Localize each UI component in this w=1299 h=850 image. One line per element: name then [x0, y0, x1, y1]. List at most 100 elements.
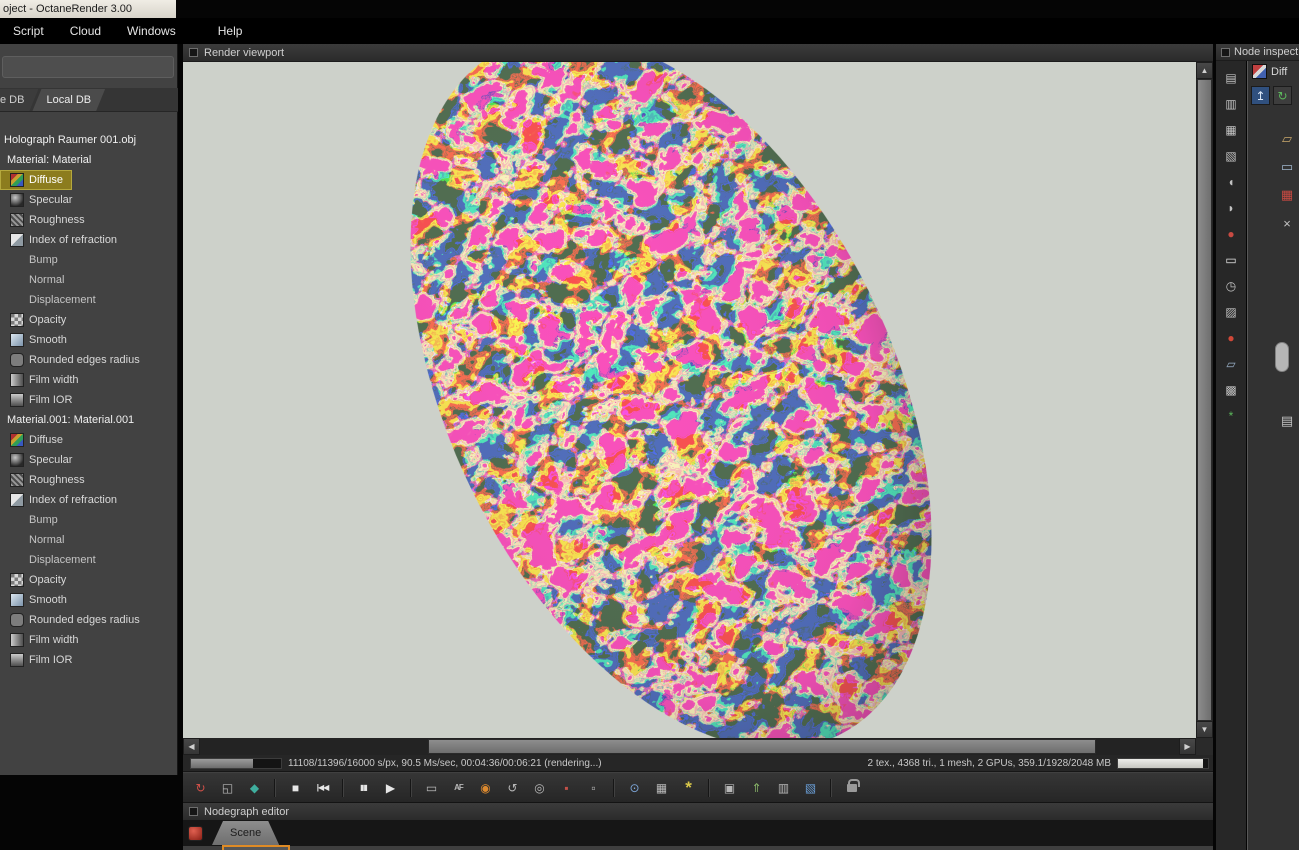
viewport-horizontal-scrollbar[interactable]: ◀ ▶	[183, 738, 1196, 755]
grid-red-icon[interactable]: ▦	[1277, 185, 1297, 205]
lock-icon[interactable]	[839, 776, 864, 800]
scatter-node-icon[interactable]: *	[1220, 405, 1242, 426]
tree-item[interactable]: Opacity	[0, 310, 178, 330]
inspector-scroll-thumb[interactable]	[1275, 342, 1289, 372]
tree-item[interactable]: Rounded edges radius	[0, 350, 178, 370]
tree-item[interactable]: Displacement	[0, 290, 178, 310]
window-titlebar[interactable]: oject - OctaneRender 3.00	[0, 0, 176, 18]
menu-item[interactable]: Cloud	[57, 19, 114, 43]
list-icon[interactable]: ▤	[1277, 411, 1297, 431]
preview-cube-icon[interactable]: ◆	[242, 776, 267, 800]
background-alpha-icon[interactable]: ▦	[649, 776, 674, 800]
tree-item[interactable]: Specular	[0, 450, 178, 470]
resume-render-icon[interactable]: ▶	[378, 776, 403, 800]
projection-node-icon[interactable]: ▨	[1220, 301, 1242, 322]
tree-item[interactable]: Smooth	[0, 330, 178, 350]
tree-item[interactable]: Film IOR	[0, 390, 178, 410]
tree-item[interactable]: Holograph Raumer 001.obj	[0, 130, 178, 150]
scroll-right-icon[interactable]: ▶	[1179, 738, 1196, 755]
folder-icon[interactable]: ▱	[1277, 129, 1297, 149]
render-layer-icon[interactable]: ▱	[1220, 353, 1242, 374]
inspected-node-row[interactable]: Diff	[1252, 64, 1287, 79]
focus-picker-icon[interactable]: ◉	[473, 776, 498, 800]
selected-node[interactable]	[222, 845, 290, 850]
render-priority-icon[interactable]: *	[676, 776, 701, 800]
scroll-down-icon[interactable]: ▼	[1196, 721, 1213, 738]
restart-frame-icon[interactable]: |◀◀	[310, 776, 335, 800]
texture-image-icon[interactable]: ▦	[1220, 119, 1242, 140]
tree-item[interactable]: Opacity	[0, 570, 178, 590]
scroll-left-icon[interactable]: ◀	[183, 738, 200, 755]
tree-item[interactable]: Film width	[0, 630, 178, 650]
material-ball-icon[interactable]: ●	[1220, 223, 1242, 244]
tree-item[interactable]: Material: Material	[0, 150, 178, 170]
render-viewport[interactable]	[183, 62, 1196, 738]
menu-item[interactable]: Script	[0, 19, 57, 43]
nodegraph-collapse-toggle[interactable]	[189, 807, 198, 816]
refresh-node-icon[interactable]: ↻	[1273, 86, 1292, 105]
tree-item[interactable]: Film width	[0, 370, 178, 390]
tree-item[interactable]: Roughness	[0, 470, 178, 490]
tree-item[interactable]: Index of refraction	[0, 230, 178, 250]
camera-reset-icon[interactable]: ◎	[527, 776, 552, 800]
tree-item[interactable]: Normal	[0, 530, 178, 550]
scene-node-icon[interactable]	[188, 825, 203, 841]
film-region-icon[interactable]: ▫	[581, 776, 606, 800]
viewport-vertical-scrollbar[interactable]: ▲ ▼	[1196, 62, 1213, 738]
save-image-icon[interactable]: ⇑	[744, 776, 769, 800]
save-buffer-icon[interactable]: ▥	[771, 776, 796, 800]
scroll-up-icon[interactable]: ▲	[1196, 62, 1213, 79]
tree-item[interactable]: Diffuse	[0, 430, 178, 450]
mesh-node-icon[interactable]: ◖	[1220, 171, 1242, 192]
node-inspector: Diff ↥ ↻ ▱ ▭ ▦ × ▤	[1247, 61, 1299, 850]
tree-item[interactable]: Bump	[0, 250, 178, 270]
viewport-collapse-toggle[interactable]	[189, 48, 198, 57]
render-target-icon[interactable]: ●	[1220, 327, 1242, 348]
texture-generator-icon[interactable]: ▭	[1220, 249, 1242, 270]
image-output-icon[interactable]: ▩	[1220, 379, 1242, 400]
tree-item[interactable]: Normal	[0, 270, 178, 290]
render-image[interactable]	[183, 62, 1196, 738]
horizontal-scroll-thumb[interactable]	[428, 739, 1096, 754]
render-region-icon[interactable]: ▪	[554, 776, 579, 800]
pause-render-icon[interactable]: ▮▮	[351, 776, 376, 800]
tree-item[interactable]: Displacement	[0, 550, 178, 570]
copy-image-icon[interactable]: ▣	[717, 776, 742, 800]
fit-viewport-icon[interactable]: ◱	[215, 776, 240, 800]
vertical-scroll-thumb[interactable]	[1197, 79, 1212, 721]
image-adjust-icon[interactable]: ▧	[1220, 145, 1242, 166]
tab-scene[interactable]: Scene	[212, 821, 279, 845]
ior-icon	[10, 493, 24, 507]
restart-render-icon[interactable]: ↻	[188, 776, 213, 800]
mesh-preview-icon[interactable]: ◗	[1220, 197, 1242, 218]
tree-item[interactable]: Roughness	[0, 210, 178, 230]
material-picker-icon[interactable]: ⊙	[622, 776, 647, 800]
nodegraph-canvas[interactable]	[183, 846, 1213, 850]
import-node-icon[interactable]: ↥	[1251, 86, 1270, 105]
db-tab[interactable]: Local DB	[32, 89, 105, 111]
tree-item[interactable]: Material.001: Material.001	[0, 410, 178, 430]
db-tab[interactable]: e DB	[0, 89, 38, 111]
export-pass-icon[interactable]: ▧	[798, 776, 823, 800]
inspector-collapse-toggle[interactable]	[1221, 47, 1230, 57]
menu-item[interactable]: Windows	[114, 19, 189, 43]
vram-usage-fill	[1118, 758, 1203, 768]
tree-item[interactable]: Smooth	[0, 590, 178, 610]
copy-node-icon[interactable]: ▤	[1220, 67, 1242, 88]
specular-icon	[10, 193, 24, 207]
delete-icon[interactable]: ×	[1277, 213, 1297, 233]
monitor-icon[interactable]: ▭	[1277, 157, 1297, 177]
tree-item[interactable]: Rounded edges radius	[0, 610, 178, 630]
tree-item[interactable]: Specular	[0, 190, 178, 210]
fullscreen-icon[interactable]: ▭	[419, 776, 444, 800]
autofocus-icon[interactable]: AF	[446, 776, 471, 800]
tree-item[interactable]: Index of refraction	[0, 490, 178, 510]
tree-item[interactable]: Diffuse	[0, 170, 73, 190]
duplicate-node-icon[interactable]: ▥	[1220, 93, 1242, 114]
tree-item[interactable]: Film IOR	[0, 650, 178, 670]
tree-item[interactable]: Bump	[0, 510, 178, 530]
animation-time-icon[interactable]: ◷	[1220, 275, 1242, 296]
stop-render-icon[interactable]: ■	[283, 776, 308, 800]
menu-item[interactable]: Help	[205, 19, 256, 43]
white-balance-picker-icon[interactable]: ↺	[500, 776, 525, 800]
